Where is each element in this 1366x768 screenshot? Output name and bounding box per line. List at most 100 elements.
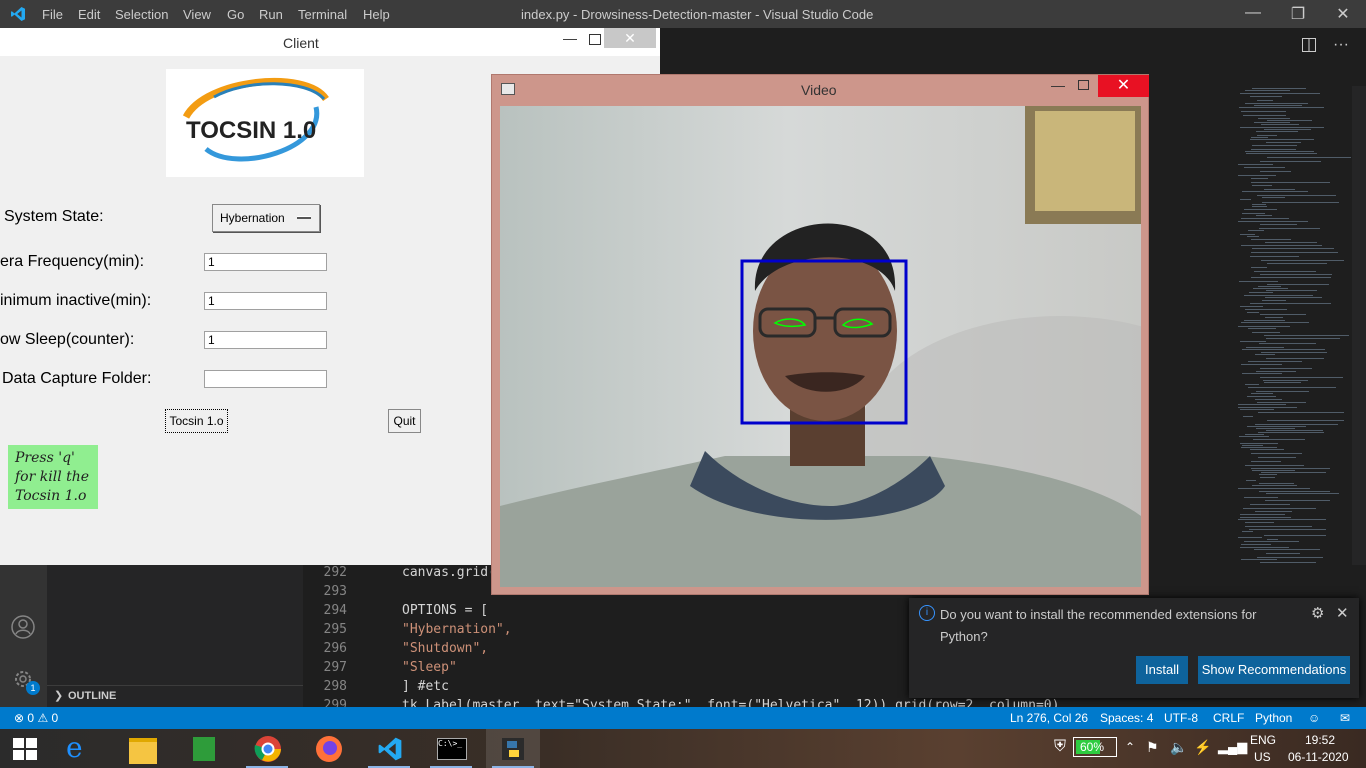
minimap-line — [1239, 281, 1278, 282]
volume-icon[interactable]: 🔈 — [1170, 739, 1187, 756]
install-button[interactable]: Install — [1136, 656, 1188, 684]
minimap-line — [1266, 142, 1301, 143]
minimap-line — [1245, 103, 1308, 104]
close-icon[interactable]: ✕ — [1328, 4, 1358, 24]
taskbar-internet-explorer[interactable]: e — [54, 729, 108, 768]
taskbar-file-explorer[interactable] — [115, 729, 169, 768]
video-maximize-icon[interactable] — [1078, 80, 1089, 90]
menu-file[interactable]: File — [42, 7, 63, 22]
errors-indicator[interactable]: ⊗ 0 ⚠ 0 — [14, 711, 58, 725]
minimap-line — [1247, 426, 1306, 427]
capture-folder-input[interactable] — [204, 370, 327, 388]
power-plug-icon[interactable]: ⚡ — [1194, 739, 1211, 756]
minimap-line — [1244, 295, 1313, 296]
taskbar-python[interactable] — [486, 729, 540, 768]
minimap-line — [1260, 314, 1306, 315]
minimap-line — [1238, 326, 1290, 327]
system-state-dropdown[interactable]: Hybernation — [212, 204, 320, 232]
menu-selection[interactable]: Selection — [115, 7, 168, 22]
video-close-icon[interactable]: ✕ — [1098, 75, 1149, 97]
minimap-line — [1255, 399, 1282, 400]
menu-run[interactable]: Run — [259, 7, 283, 22]
minimap-line — [1264, 335, 1349, 336]
input-region[interactable]: US — [1254, 750, 1271, 764]
client-maximize-icon[interactable] — [589, 34, 601, 45]
taskbar-firefox[interactable] — [301, 729, 355, 768]
menu-help[interactable]: Help — [363, 7, 390, 22]
input-language[interactable]: ENG — [1250, 733, 1276, 747]
notification-gear-icon[interactable]: ⚙ — [1311, 604, 1324, 622]
minimum-inactive-input[interactable] — [204, 292, 327, 310]
start-button[interactable] — [0, 729, 54, 768]
capture-folder-label: Data Capture Folder: — [2, 370, 152, 387]
restore-icon[interactable]: ❐ — [1283, 4, 1313, 24]
minimap-line — [1264, 189, 1295, 190]
action-flag-icon[interactable]: ⚑ — [1146, 739, 1159, 756]
feedback-icon[interactable]: ☺ — [1308, 711, 1320, 725]
minimap-line — [1257, 557, 1323, 558]
more-actions-icon[interactable]: ··· — [1333, 36, 1349, 54]
taskbar-command-prompt[interactable]: C:\>_ — [424, 729, 478, 768]
show-recommendations-button[interactable]: Show Recommendations — [1198, 656, 1350, 684]
minimap-line — [1259, 343, 1316, 344]
minimap-line — [1242, 373, 1282, 374]
account-icon[interactable] — [11, 615, 35, 639]
taskbar-chrome[interactable] — [240, 729, 294, 768]
minimap-line — [1250, 96, 1282, 97]
minimap-line — [1245, 434, 1264, 435]
menu-edit[interactable]: Edit — [78, 7, 100, 22]
clock-date[interactable]: 06-11-2020 — [1288, 750, 1349, 764]
notifications-bell-icon[interactable]: ✉ — [1340, 711, 1350, 725]
taskbar-store[interactable] — [176, 729, 230, 768]
split-editor-icon[interactable] — [1302, 38, 1316, 52]
minimap-line — [1238, 221, 1308, 222]
menu-go[interactable]: Go — [227, 7, 244, 22]
cursor-position[interactable]: Ln 276, Col 26 — [1010, 711, 1088, 725]
extension-notification: i Do you want to install the recommended… — [909, 598, 1359, 698]
minimap-line — [1248, 387, 1336, 388]
camera-frequency-input[interactable] — [204, 253, 327, 271]
battery-indicator[interactable]: 60% — [1073, 737, 1117, 757]
show-hidden-icons-icon[interactable]: ⌃ — [1125, 740, 1135, 754]
language-mode[interactable]: Python — [1255, 711, 1292, 725]
menu-view[interactable]: View — [183, 7, 211, 22]
client-close-icon[interactable]: ✕ — [604, 28, 656, 48]
chevron-right-icon[interactable]: ❯ — [54, 689, 63, 702]
taskbar-vscode[interactable] — [362, 729, 416, 768]
start-tocsin-button[interactable]: Tocsin 1.o — [165, 409, 228, 433]
minimap-line — [1265, 297, 1322, 298]
minimap-line — [1267, 420, 1344, 421]
indentation[interactable]: Spaces: 4 — [1100, 711, 1153, 725]
minimap[interactable] — [1230, 86, 1351, 596]
minimap-line — [1259, 474, 1277, 475]
editor-scrollbar[interactable] — [1352, 86, 1366, 596]
client-minimize-icon[interactable]: — — [563, 30, 577, 46]
minimap-line — [1245, 90, 1290, 91]
minimize-icon[interactable]: — — [1238, 4, 1268, 22]
encoding[interactable]: UTF-8 — [1164, 711, 1198, 725]
quit-button[interactable]: Quit — [388, 409, 421, 433]
video-minimize-icon[interactable]: — — [1051, 77, 1065, 93]
sidebar — [47, 565, 303, 707]
notification-close-icon[interactable]: ✕ — [1336, 604, 1349, 622]
defender-shield-icon[interactable]: ⛨ — [1054, 738, 1066, 756]
code-line: "Shutdown", — [402, 641, 489, 656]
outline-section[interactable]: OUTLINE — [68, 690, 116, 702]
clock-time[interactable]: 19:52 — [1305, 733, 1335, 747]
network-signal-icon[interactable]: ▂▄▆ — [1218, 739, 1247, 755]
minimap-line — [1251, 252, 1338, 253]
minimap-line — [1247, 396, 1276, 397]
allow-sleep-input[interactable] — [204, 331, 327, 349]
minimap-line — [1252, 206, 1267, 207]
minimap-line — [1265, 317, 1283, 318]
end-of-line[interactable]: CRLF — [1213, 711, 1244, 725]
minimap-line — [1243, 508, 1316, 509]
minimap-line — [1266, 338, 1340, 339]
menu-terminal[interactable]: Terminal — [298, 7, 347, 22]
firefox-icon — [316, 736, 342, 762]
minimap-line — [1266, 553, 1300, 554]
minimap-line — [1267, 284, 1329, 285]
minimap-line — [1256, 391, 1309, 392]
vscode-titlebar: File Edit Selection View Go Run Terminal… — [0, 0, 1366, 28]
warning-icon: ⚠ — [37, 711, 49, 725]
